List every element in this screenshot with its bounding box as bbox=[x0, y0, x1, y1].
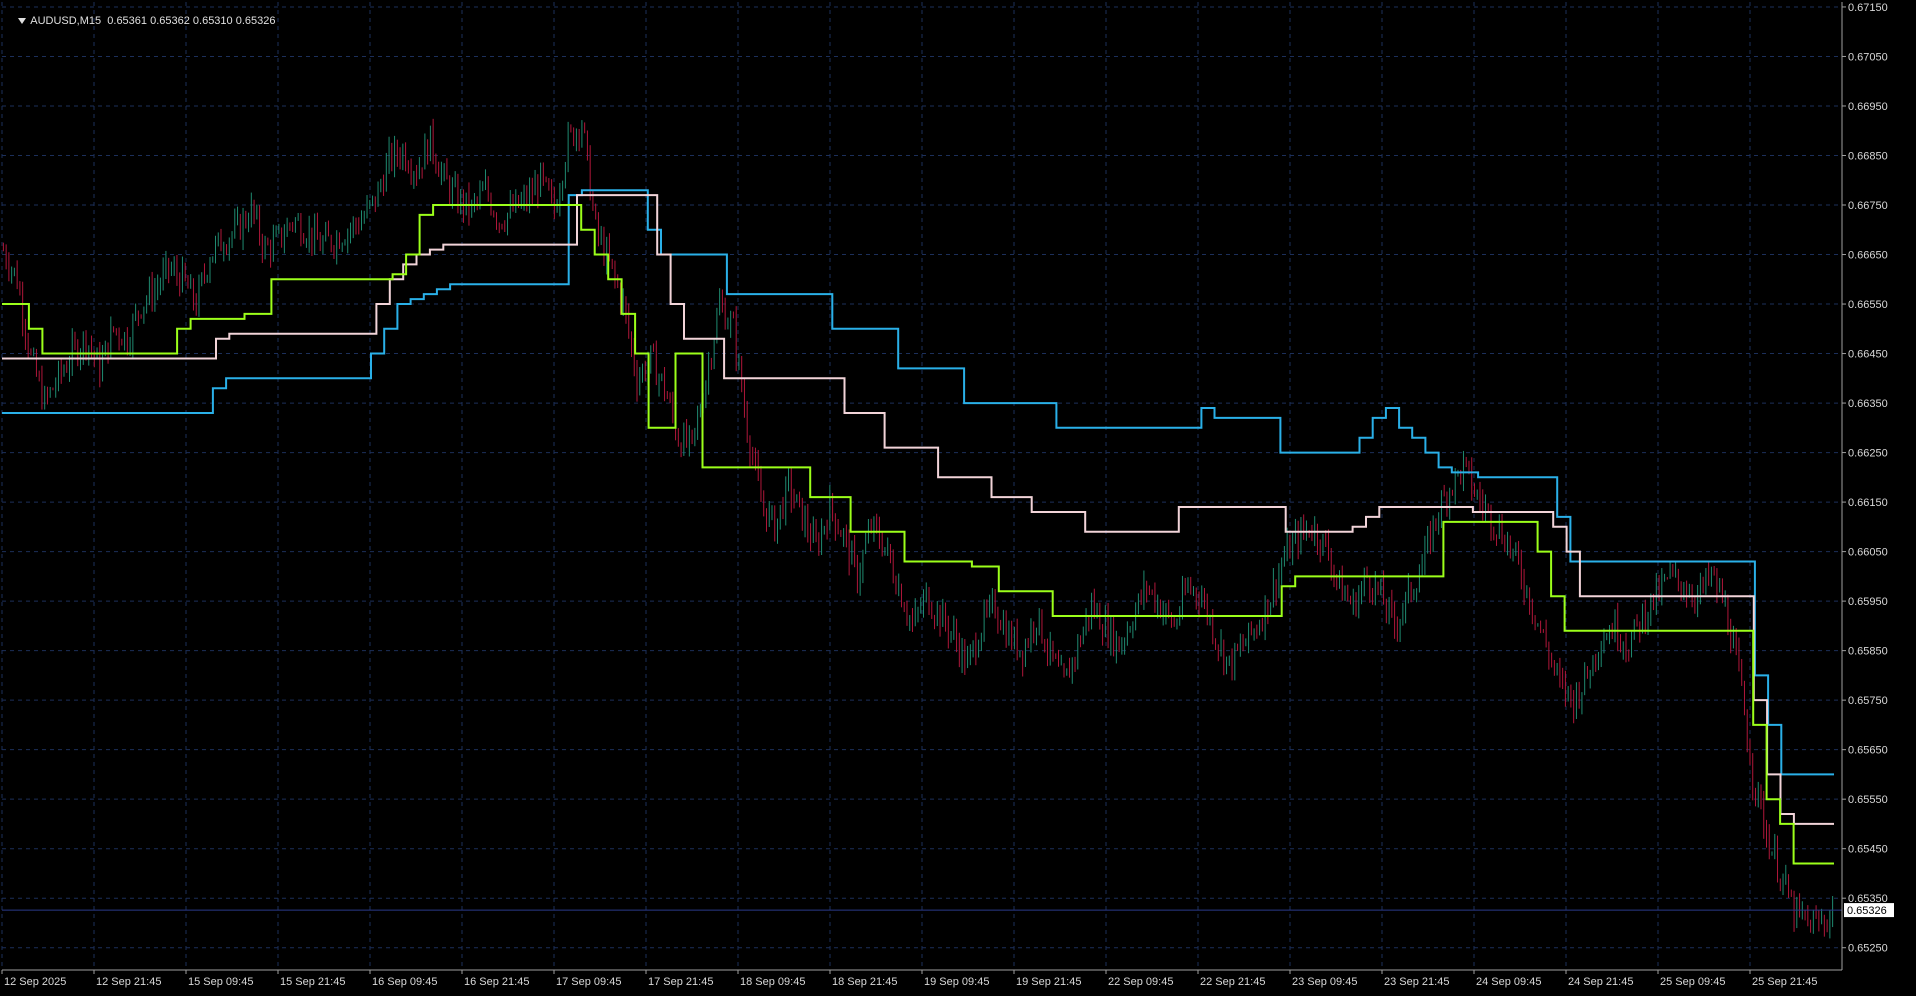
x-tick-label: 16 Sep 09:45 bbox=[372, 976, 437, 988]
y-tick-label: 0.66050 bbox=[1848, 547, 1888, 559]
x-tick-label: 25 Sep 09:45 bbox=[1660, 976, 1725, 988]
y-tick-label: 0.66250 bbox=[1848, 448, 1888, 460]
chart-window: 0.67150 0.67050 0.66950 0.66850 0.66750 0.666… bbox=[0, 0, 1916, 996]
y-tick-label: 0.65550 bbox=[1848, 794, 1888, 806]
current-price-marker: 0.65326 bbox=[1844, 903, 1894, 918]
x-tick-label: 23 Sep 21:45 bbox=[1384, 976, 1449, 988]
y-tick-label: 0.66450 bbox=[1848, 349, 1888, 361]
x-tick-label: 19 Sep 09:45 bbox=[924, 976, 989, 988]
y-tick-label: 0.66750 bbox=[1848, 200, 1888, 212]
x-tick-label: 15 Sep 21:45 bbox=[280, 976, 345, 988]
y-tick-label: 0.67150 bbox=[1848, 2, 1888, 14]
x-tick-label: 15 Sep 09:45 bbox=[188, 976, 253, 988]
x-tick-label: 17 Sep 09:45 bbox=[556, 976, 621, 988]
x-tick-label: 17 Sep 21:45 bbox=[648, 976, 713, 988]
ohlc-values: 0.65361 0.65362 0.65310 0.65326 bbox=[107, 15, 276, 27]
y-tick-label: 0.66650 bbox=[1848, 250, 1888, 262]
x-tick-label: 12 Sep 21:45 bbox=[96, 976, 161, 988]
y-tick-label: 0.66850 bbox=[1848, 150, 1888, 162]
x-tick-label: 24 Sep 09:45 bbox=[1476, 976, 1541, 988]
x-tick-label: 12 Sep 2025 bbox=[4, 976, 66, 988]
y-tick-label: 0.65850 bbox=[1848, 646, 1888, 658]
y-tick-label: 0.66150 bbox=[1848, 497, 1888, 509]
y-tick-label: 0.65250 bbox=[1848, 943, 1888, 955]
x-tick-label: 23 Sep 09:45 bbox=[1292, 976, 1357, 988]
x-tick-label: 22 Sep 21:45 bbox=[1200, 976, 1265, 988]
y-tick-label: 0.65650 bbox=[1848, 745, 1888, 757]
x-tick-label: 22 Sep 09:45 bbox=[1108, 976, 1173, 988]
y-tick-label: 0.66950 bbox=[1848, 101, 1888, 113]
dropdown-triangle-icon[interactable] bbox=[18, 18, 27, 25]
x-tick-label: 25 Sep 21:45 bbox=[1752, 976, 1817, 988]
chart-header: AUDUSD,M15 0.65361 0.65362 0.65310 0.653… bbox=[6, 3, 275, 39]
x-tick-label: 19 Sep 21:45 bbox=[1016, 976, 1081, 988]
x-tick-label: 18 Sep 21:45 bbox=[832, 976, 897, 988]
y-tick-label: 0.67050 bbox=[1848, 51, 1888, 63]
x-tick-label: 18 Sep 09:45 bbox=[740, 976, 805, 988]
price-chart: 0.67150 0.67050 0.66950 0.66850 0.66750 0.666… bbox=[0, 0, 1916, 996]
y-tick-label: 0.65750 bbox=[1848, 695, 1888, 707]
plot-background bbox=[0, 0, 1916, 996]
x-tick-label: 16 Sep 21:45 bbox=[464, 976, 529, 988]
y-tick-label: 0.65950 bbox=[1848, 596, 1888, 608]
current-price-label: 0.65326 bbox=[1847, 905, 1887, 917]
y-tick-label: 0.66550 bbox=[1848, 299, 1888, 311]
y-tick-label: 0.66350 bbox=[1848, 398, 1888, 410]
symbol-label: AUDUSD,M15 bbox=[30, 15, 102, 27]
x-tick-label: 24 Sep 21:45 bbox=[1568, 976, 1633, 988]
y-tick-label: 0.65450 bbox=[1848, 844, 1888, 856]
